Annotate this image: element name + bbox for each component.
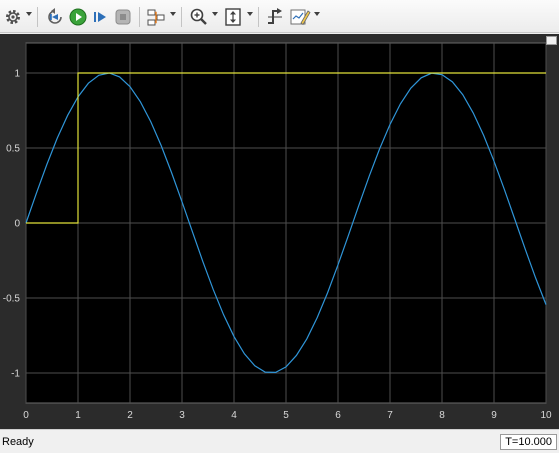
settings-icon[interactable] bbox=[3, 6, 23, 28]
toolbar-separator bbox=[258, 7, 259, 27]
settings-dropdown-arrow-icon[interactable] bbox=[26, 12, 32, 16]
toolbar-separator bbox=[181, 7, 182, 27]
y-tick-label: -0.5 bbox=[3, 294, 21, 305]
stop-icon[interactable] bbox=[112, 6, 134, 28]
y-tick-label: 0.5 bbox=[6, 144, 20, 155]
x-tick-label: 6 bbox=[335, 410, 341, 421]
x-tick-label: 10 bbox=[540, 410, 552, 421]
layout-dropdown-arrow-icon[interactable] bbox=[170, 12, 176, 16]
x-tick-label: 9 bbox=[491, 410, 497, 421]
simulation-time: T=10.000 bbox=[500, 434, 557, 450]
scope-plot-panel: 0 1 2 3 4 5 6 7 8 9 10 1 0.5 0 -0.5 -1 bbox=[0, 34, 559, 429]
highlight-icon[interactable] bbox=[288, 6, 312, 28]
x-tick-label: 2 bbox=[127, 410, 133, 421]
x-tick-label: 5 bbox=[283, 410, 289, 421]
toolbar-separator bbox=[37, 7, 38, 27]
toolbar-separator bbox=[139, 7, 140, 27]
signal-layout-icon[interactable] bbox=[145, 6, 167, 28]
y-tick-label: 1 bbox=[14, 69, 20, 80]
status-bar: Ready T=10.000 bbox=[0, 429, 559, 453]
run-icon[interactable] bbox=[67, 6, 89, 28]
toolbar bbox=[0, 0, 559, 33]
x-tick-label: 7 bbox=[387, 410, 393, 421]
x-tick-label: 8 bbox=[439, 410, 445, 421]
y-tick-label: 0 bbox=[14, 219, 20, 230]
x-tick-label: 4 bbox=[231, 410, 237, 421]
autoscale-dropdown-arrow-icon[interactable] bbox=[247, 12, 253, 16]
x-tick-label: 0 bbox=[23, 410, 29, 421]
undock-icon[interactable] bbox=[546, 36, 557, 45]
zoom-in-icon[interactable] bbox=[188, 6, 210, 28]
step-back-icon[interactable] bbox=[44, 6, 66, 28]
y-tick-label: -1 bbox=[11, 369, 20, 380]
autoscale-icon[interactable] bbox=[222, 6, 244, 28]
zoom-dropdown-arrow-icon[interactable] bbox=[212, 12, 218, 16]
x-tick-label: 3 bbox=[179, 410, 185, 421]
x-tick-label: 1 bbox=[75, 410, 81, 421]
highlight-dropdown-arrow-icon[interactable] bbox=[314, 12, 320, 16]
step-forward-icon[interactable] bbox=[90, 6, 110, 28]
scope-plot[interactable]: 0 1 2 3 4 5 6 7 8 9 10 1 0.5 0 -0.5 -1 bbox=[0, 34, 559, 429]
trigger-icon[interactable] bbox=[264, 6, 286, 28]
status-text: Ready bbox=[2, 436, 34, 448]
